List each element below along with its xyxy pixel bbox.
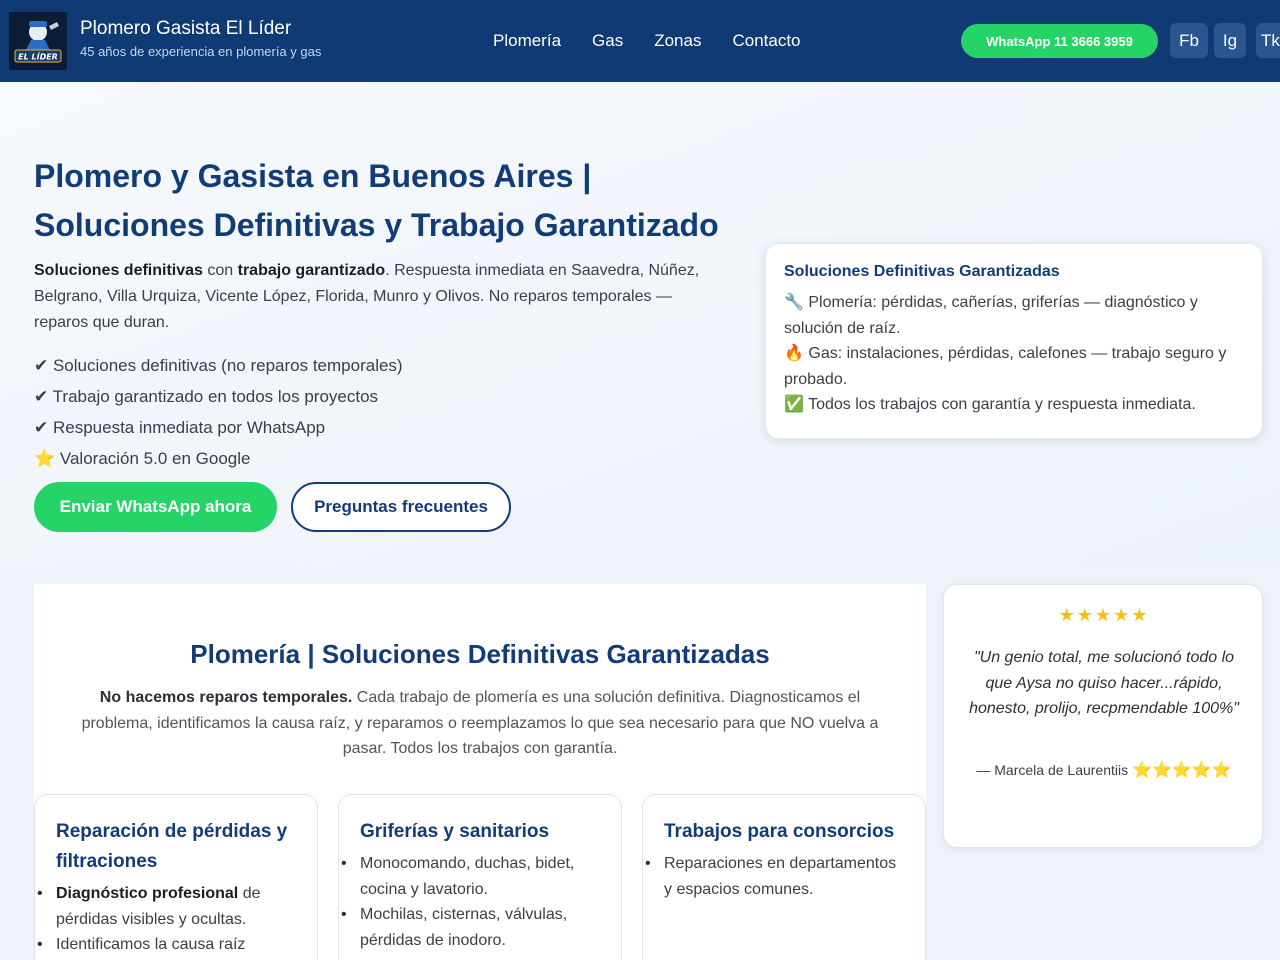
hero-title: Plomero y Gasista en Buenos Aires | Solu… bbox=[34, 158, 719, 243]
service-card-title: Reparación de pérdidas y filtraciones bbox=[56, 821, 288, 872]
facebook-button[interactable]: Fb bbox=[1170, 23, 1208, 58]
check-item: ✔ Trabajo garantizado en todos los proye… bbox=[34, 387, 379, 406]
check-item: ✔ Soluciones definitivas (no reparos tem… bbox=[34, 356, 403, 375]
review-author: — Marcela de Laurentiis ⭐⭐⭐⭐⭐ bbox=[944, 760, 1264, 780]
review-author-name: — Marcela de Laurentiis bbox=[976, 762, 1133, 778]
whatsapp-header-button[interactable]: WhatsApp 11 3666 3959 bbox=[961, 24, 1158, 58]
site-header: EL LÍDER Plomero Gasista El Líder 45 año… bbox=[0, 0, 1280, 82]
tiktok-button[interactable]: Tk bbox=[1256, 23, 1280, 58]
service-item: Mochilas, cisternas, válvulas, pérdidas … bbox=[341, 902, 600, 953]
check-item: ✔ Respuesta inmediata por WhatsApp bbox=[34, 418, 326, 437]
review-author-stars: ⭐⭐⭐⭐⭐ bbox=[1132, 762, 1232, 779]
service-item: Identificamos la causa raíz bbox=[37, 932, 296, 958]
service-list: Diagnóstico profesional de pérdidas visi… bbox=[37, 881, 296, 958]
service-card-title: Griferías y sanitarios bbox=[360, 821, 550, 842]
service-card-faucets: Griferías y sanitarios Monocomando, duch… bbox=[338, 794, 622, 960]
hero-intro-bold-2: trabajo garantizado bbox=[237, 262, 386, 279]
hero-section: Plomero y Gasista en Buenos Aires | Solu… bbox=[0, 82, 1280, 567]
hero-intro: Soluciones definitivas con trabajo garan… bbox=[34, 258, 714, 336]
service-list: Reparaciones en departamentos y espacios… bbox=[645, 851, 904, 902]
nav-link-plomeria[interactable]: Plomería bbox=[493, 31, 561, 51]
hero-intro-mid: con bbox=[202, 262, 238, 279]
service-item: Monocomando, duchas, bidet, cocina y lav… bbox=[341, 851, 600, 902]
guarantee-line-gas: 🔥 Gas: instalaciones, pérdidas, calefone… bbox=[784, 345, 1227, 388]
plumbing-title: Plomería | Soluciones Definitivas Garant… bbox=[190, 639, 770, 669]
plumber-mascot-icon: EL LÍDER bbox=[9, 12, 67, 70]
service-item: Diagnóstico profesional de pérdidas visi… bbox=[37, 881, 296, 932]
service-card-consortiums: Trabajos para consorcios Reparaciones en… bbox=[642, 794, 926, 960]
guarantee-card-title: Soluciones Definitivas Garantizadas bbox=[784, 263, 1060, 280]
logo-text: EL LÍDER bbox=[18, 51, 58, 62]
service-item: Reparaciones en departamentos y espacios… bbox=[645, 851, 904, 902]
service-item-bold: Diagnóstico profesional bbox=[56, 885, 239, 902]
send-whatsapp-button[interactable]: Enviar WhatsApp ahora bbox=[34, 482, 277, 532]
hero-intro-bold-1: Soluciones definitivas bbox=[34, 262, 203, 279]
plumbing-intro: No hacemos reparos temporales. Cada trab… bbox=[70, 685, 890, 762]
nav-link-gas[interactable]: Gas bbox=[592, 31, 623, 51]
service-card-leaks: Reparación de pérdidas y filtraciones Di… bbox=[34, 794, 318, 960]
rating-stars: ★★★★★ bbox=[1058, 605, 1150, 625]
service-list: Monocomando, duchas, bidet, cocina y lav… bbox=[341, 851, 600, 953]
check-item-rating: ⭐ Valoración 5.0 en Google bbox=[34, 449, 251, 468]
plumbing-intro-bold: No hacemos reparos temporales. bbox=[99, 689, 353, 706]
guarantee-line-warranty: ✅ Todos los trabajos con garantía y resp… bbox=[784, 396, 1196, 413]
review-card: ★★★★★ "Un genio total, me solucionó todo… bbox=[943, 584, 1263, 848]
guarantee-line-plumbing: 🔧 Plomería: pérdidas, cañerías, grifería… bbox=[784, 294, 1198, 337]
nav-link-zonas[interactable]: Zonas bbox=[654, 31, 701, 51]
nav-link-contacto[interactable]: Contacto bbox=[732, 31, 800, 51]
logo[interactable]: EL LÍDER bbox=[9, 12, 67, 70]
instagram-button[interactable]: Ig bbox=[1214, 23, 1246, 58]
faq-button[interactable]: Preguntas frecuentes bbox=[291, 482, 511, 532]
site-title[interactable]: Plomero Gasista El Líder bbox=[80, 18, 291, 40]
plumbing-section: Plomería | Soluciones Definitivas Garant… bbox=[34, 584, 926, 960]
main-nav: Plomería Gas Zonas Contacto bbox=[493, 31, 801, 51]
guarantee-card: Soluciones Definitivas Garantizadas 🔧 Pl… bbox=[765, 243, 1263, 439]
hero-checklist: ✔ Soluciones definitivas (no reparos tem… bbox=[34, 350, 403, 474]
service-card-title: Trabajos para consorcios bbox=[664, 821, 895, 842]
review-quote: "Un genio total, me solucionó todo lo qu… bbox=[969, 649, 1239, 717]
site-subtitle: 45 años de experiencia en plomería y gas bbox=[80, 44, 322, 59]
